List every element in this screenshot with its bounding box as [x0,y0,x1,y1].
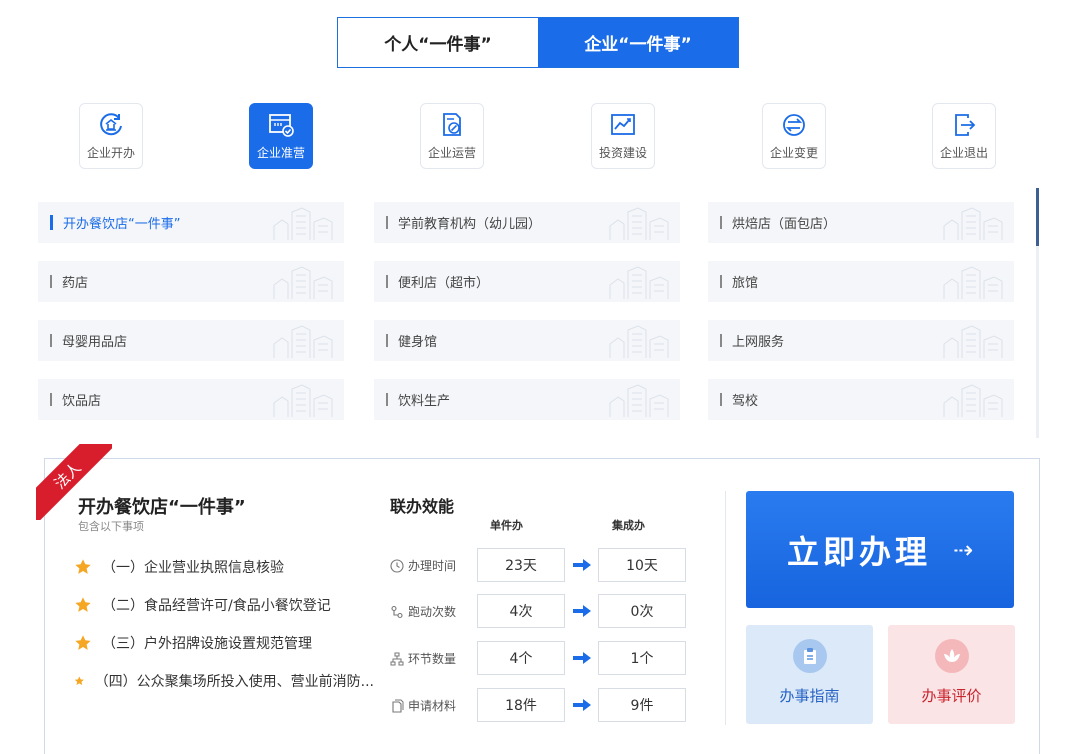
tab-personal[interactable]: 个人“一件事” [338,18,538,67]
service-rating-button[interactable]: 办事评价 [888,625,1015,724]
arrow-right-icon [573,559,591,571]
route-icon [391,605,403,618]
building-watermark-icon [273,384,333,417]
efficiency-title: 联办效能 [390,497,455,516]
single-value: 4个 [477,641,565,675]
category-change[interactable]: 企业变更 [762,103,826,169]
service-item[interactable]: 驾校 [708,379,1014,420]
joint-value: 0次 [598,594,686,628]
license-check-icon [267,112,295,138]
chart-growth-icon [609,112,637,138]
column-header-single: 单件办 [490,519,523,532]
category-business-permit[interactable]: 企业准营 [249,103,313,169]
list-item[interactable]: （一）企业营业执照信息核验 [74,548,374,586]
arrow-right-icon [573,605,591,617]
arrow-right-icon [573,699,591,711]
efficiency-row: 环节数量 4个 1个 [390,641,700,675]
building-watermark-icon [273,325,333,358]
building-watermark-icon [609,266,669,299]
building-watermark-icon [943,207,1003,240]
list-item[interactable]: （二）食品经营许可/食品小餐饮登记 [74,586,374,624]
subject-tabs: 个人“一件事” 企业“一件事” [337,17,739,68]
service-item[interactable]: 开办餐饮店“一件事” [38,202,344,243]
flow-steps-icon [390,652,404,665]
detail-subtitle: 包含以下事项 [78,520,144,533]
list-item[interactable]: （三）户外招牌设施设置规范管理 [74,624,374,662]
arrow-right-icon: ⇢ [952,535,974,564]
single-value: 18件 [477,688,565,722]
lotus-icon [934,639,969,673]
star-icon [75,559,91,574]
single-value: 23天 [477,548,565,582]
list-item[interactable]: （四）公众聚集场所投入使用、营业前消防... [74,662,374,700]
category-operations[interactable]: 企业运营 [420,103,484,169]
joint-value: 10天 [598,548,686,582]
scrollbar-thumb[interactable] [1036,188,1039,246]
category-company-setup[interactable]: 企业开办 [79,103,143,169]
service-item[interactable]: 药店 [38,261,344,302]
building-watermark-icon [609,325,669,358]
building-watermark-icon [609,207,669,240]
service-item[interactable]: 学前教育机构（幼儿园） [374,202,680,243]
service-item[interactable]: 健身馆 [374,320,680,361]
star-icon [74,676,84,686]
column-header-joint: 集成办 [612,519,645,532]
service-item[interactable]: 饮料生产 [374,379,680,420]
document-edit-icon [438,112,466,138]
building-watermark-icon [609,384,669,417]
service-item[interactable]: 饮品店 [38,379,344,420]
building-watermark-icon [273,207,333,240]
service-item[interactable]: 旅馆 [708,261,1014,302]
service-item[interactable]: 母婴用品店 [38,320,344,361]
single-value: 4次 [477,594,565,628]
joint-value: 1个 [598,641,686,675]
company-seal-icon [97,112,125,138]
star-icon [75,635,91,650]
joint-value: 9件 [598,688,686,722]
clock-icon [390,558,404,573]
building-watermark-icon [943,266,1003,299]
service-guide-button[interactable]: 办事指南 [746,625,873,724]
exit-icon [950,112,978,138]
files-icon [392,699,404,713]
building-watermark-icon [273,266,333,299]
exchange-icon [780,112,808,138]
star-icon [75,597,91,612]
arrow-right-icon [573,652,591,664]
efficiency-row: 申请材料 18件 9件 [390,688,700,722]
category-exit[interactable]: 企业退出 [932,103,996,169]
clipboard-icon [792,639,827,673]
service-item[interactable]: 上网服务 [708,320,1014,361]
building-watermark-icon [943,384,1003,417]
category-investment[interactable]: 投资建设 [591,103,655,169]
service-item[interactable]: 便利店（超市） [374,261,680,302]
building-watermark-icon [943,325,1003,358]
efficiency-row: 办理时间 23天 10天 [390,548,700,582]
efficiency-row: 跑动次数 4次 0次 [390,594,700,628]
apply-now-button[interactable]: 立即办理 ⇢ [746,491,1014,608]
category-bar: 企业开办 企业准营 企业运营 投资建设 企业变更 企业退出 [0,103,1080,171]
detail-title: 开办餐饮店“一件事” [78,497,246,518]
service-item[interactable]: 烘焙店（面包店） [708,202,1014,243]
tab-enterprise[interactable]: 企业“一件事” [538,18,738,67]
divider [725,491,726,725]
included-items-list: （一）企业营业执照信息核验 （二）食品经营许可/食品小餐饮登记 （三）户外招牌设… [74,548,374,700]
